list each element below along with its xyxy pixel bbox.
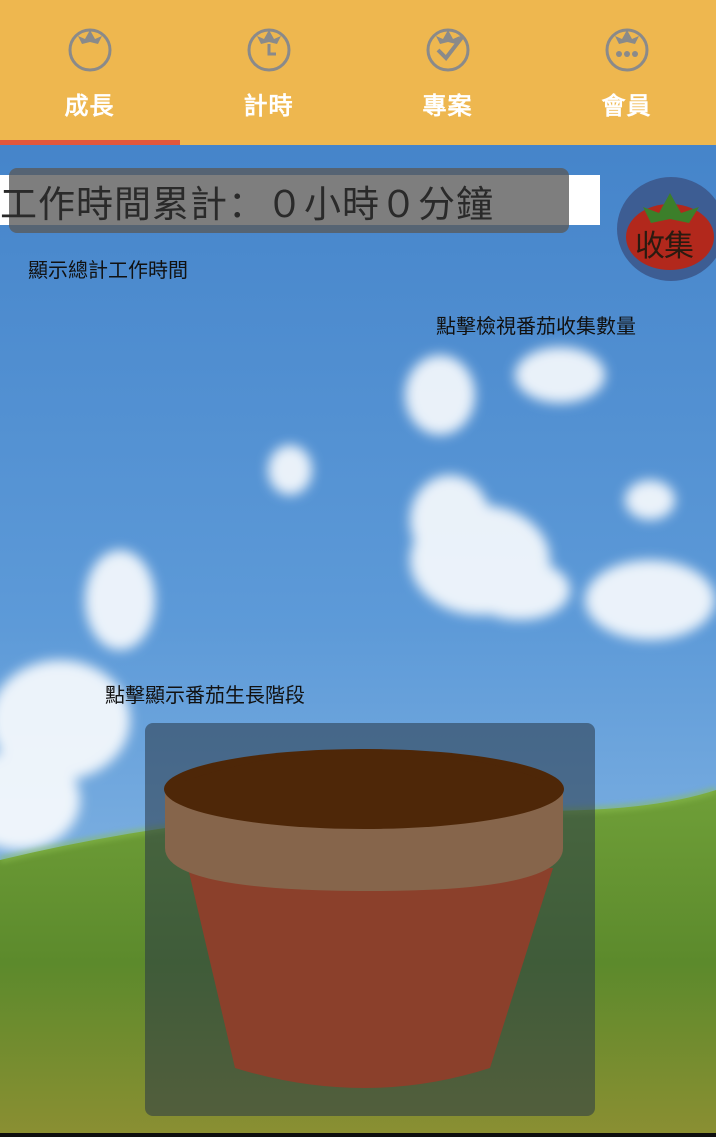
tab-label: 專案 (422, 92, 473, 120)
work-time-hint: 顯示總計工作時間 (28, 258, 188, 282)
tab-growth[interactable]: 成長 (0, 0, 180, 145)
tab-project[interactable]: 專案 (358, 0, 537, 145)
tab-label: 成長 (64, 92, 115, 120)
work-time-total: 工作時間累計：０小時０分鐘 (0, 183, 494, 226)
flower-pot (164, 749, 564, 1088)
tab-label: 會員 (601, 92, 652, 120)
tomato-icon (68, 28, 111, 72)
collect-button[interactable]: 收集 (617, 177, 716, 281)
active-tab-indicator (0, 140, 180, 145)
tab-label: 計時 (243, 92, 294, 120)
tab-timer[interactable]: 計時 (179, 0, 358, 145)
tomato-pot-panel[interactable] (145, 723, 595, 1116)
collect-label: 收集 (635, 229, 694, 264)
tab-bar: 成長 計時 專案 會員 (0, 0, 716, 145)
collect-hint: 點擊檢視番茄收集數量 (436, 314, 636, 338)
timer-tomato-icon (247, 28, 290, 72)
member-tomato-icon (605, 28, 648, 72)
tab-member[interactable]: 會員 (537, 0, 716, 145)
pot-hint: 點擊顯示番茄生長階段 (105, 683, 305, 707)
bottom-edge (0, 1133, 716, 1137)
check-tomato-icon (426, 28, 469, 72)
